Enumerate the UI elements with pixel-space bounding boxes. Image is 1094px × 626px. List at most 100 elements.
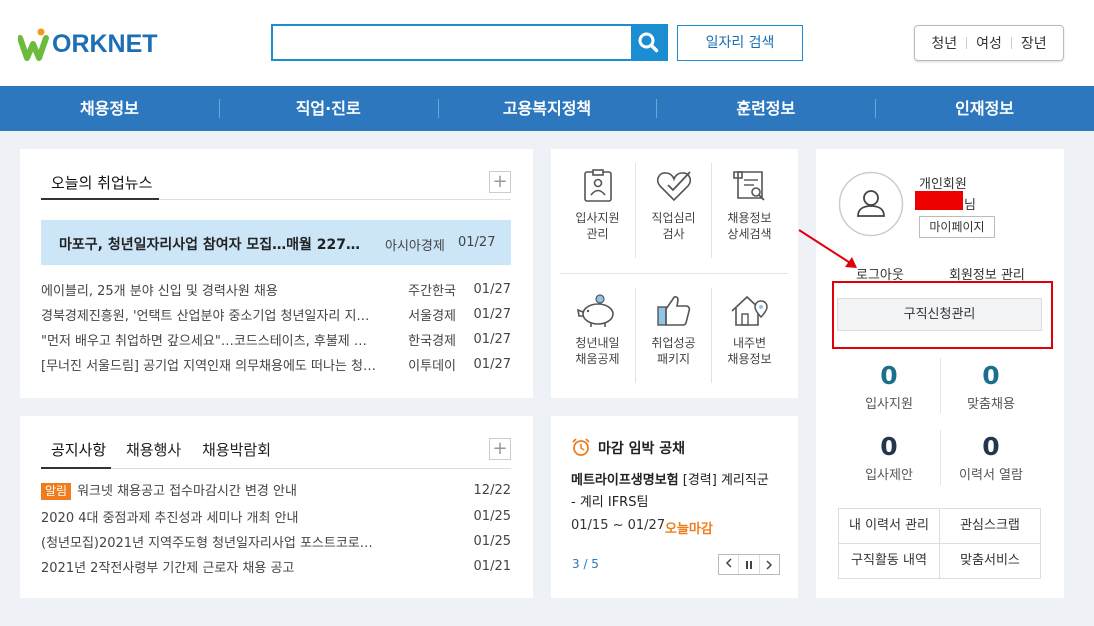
tab-job-fairs[interactable]: 채용박람회 [202, 439, 271, 460]
deadline-period: 01/15 ~ 01/27 [571, 518, 666, 533]
list-item[interactable]: (청년모집)2021년 지역주도형 청년일자리사업 포스트코로… 01/25 [41, 529, 511, 553]
search-button[interactable] [631, 26, 666, 59]
name-suffix: 님 [964, 198, 976, 213]
service-label: 내주변 [732, 336, 767, 350]
women-link[interactable]: 여성 [976, 33, 1002, 53]
search-input[interactable] [273, 26, 633, 59]
news-source: 서울경제 [408, 308, 456, 324]
youth-link[interactable]: 청년 [931, 33, 957, 53]
pager-controls [718, 554, 780, 575]
header: ORKNET 일자리 검색 청년 여성 장년 [0, 0, 1094, 86]
service-label: 청년내일 [575, 336, 620, 350]
tab-recruit-events[interactable]: 채용행사 [126, 439, 181, 460]
list-item[interactable]: 2021년 2작전사령부 기간제 근로자 채용 공고 01/21 [41, 554, 511, 578]
notice-more-button[interactable]: + [489, 438, 511, 460]
divider [1010, 37, 1012, 49]
nav-item-welfare[interactable]: 고용복지정책 [437, 86, 657, 131]
tab-underline [41, 198, 159, 200]
list-item[interactable]: "먼저 배우고 취업하면 갚으세요"…코드스테이츠, 후불제 코… 한국경제 0… [41, 327, 511, 351]
service-label: 패키지 [656, 352, 691, 366]
senior-link[interactable]: 장년 [1021, 33, 1047, 53]
list-item[interactable]: [무너진 서울드림] 공기업 지역인재 의무채용에도 떠나는 청… 이투데이 0… [41, 352, 511, 376]
headline-source: 아시아경제 [385, 239, 445, 254]
logo-text: ORKNET [52, 30, 158, 58]
activity-history-button[interactable]: 구직활동 내역 [838, 543, 940, 579]
nav-item-talent[interactable]: 인재정보 [875, 86, 1094, 131]
stat-matching-count[interactable]: 0 [941, 361, 1041, 390]
nav-item-jobs[interactable]: 채용정보 [0, 86, 219, 131]
headline-date: 01/27 [458, 235, 496, 250]
stat-matching-label: 맞춤채용 [967, 397, 1015, 412]
scrap-button[interactable]: 관심스크랩 [939, 508, 1041, 544]
annotation-highlight-box [832, 281, 1053, 349]
annotation-arrow-icon [798, 229, 857, 268]
clipboard-icon [583, 169, 612, 202]
redacted-name [915, 191, 963, 210]
news-more-button[interactable]: + [489, 171, 511, 193]
tab-notice[interactable]: 공지사항 [51, 439, 106, 460]
service-label: 상세검색 [727, 227, 772, 241]
pager-text: 3 / 5 [572, 557, 599, 571]
notice-title-wrap: 알림 워크넷 채용공고 접수마감시간 변경 안내 [41, 480, 456, 500]
next-button[interactable] [760, 555, 779, 574]
alarm-clock-icon [572, 438, 590, 456]
stat-offer-count[interactable]: 0 [839, 432, 939, 461]
nav-item-training[interactable]: 훈련정보 [656, 86, 875, 131]
heart-check-icon [656, 171, 691, 202]
my-resume-button[interactable]: 내 이력서 관리 [838, 508, 940, 544]
service-detail-search[interactable]: 채용정보 상세검색 [712, 168, 787, 242]
news-date: 01/27 [473, 356, 511, 372]
service-label: 관리 [586, 227, 609, 241]
divider [560, 273, 788, 274]
news-date: 01/27 [473, 306, 511, 322]
deadline-position-2: - 계리 IFRS팀 [571, 495, 649, 510]
list-item[interactable]: 알림 워크넷 채용공고 접수마감시간 변경 안내 12/22 [41, 478, 511, 502]
stat-apply-count[interactable]: 0 [839, 361, 939, 390]
scroll-search-icon [732, 171, 765, 201]
list-item[interactable]: 에이블리, 25개 분야 신입 및 경력사원 채용 주간한국 01/27 [41, 277, 511, 301]
headline-title: 마포구, 청년일자리사업 참여자 모집…매월 227… [59, 237, 360, 253]
chevron-left-icon [725, 558, 732, 568]
prev-button[interactable] [719, 555, 740, 574]
tab-underline [41, 467, 111, 469]
stat-resume-view-count[interactable]: 0 [941, 432, 1041, 461]
chevron-right-icon [766, 560, 773, 570]
custom-service-button[interactable]: 맞춤서비스 [939, 543, 1041, 579]
stat-offer-label: 입사제안 [865, 468, 913, 483]
news-source: 주간한국 [408, 283, 456, 299]
deadline-job[interactable]: 메트라이프생명보험 [경력] 계리직군 [571, 471, 781, 491]
deadline-title: 마감 임박 공채 [598, 441, 686, 457]
deadline-position: [경력] 계리직군 [678, 473, 769, 488]
job-search-button[interactable]: 일자리 검색 [677, 25, 803, 61]
pause-icon [745, 561, 752, 569]
service-label: 입사지원 [575, 211, 620, 225]
mypage-button[interactable]: 마이페이지 [919, 216, 995, 238]
notice-date: 01/25 [473, 533, 511, 549]
worknet-logo[interactable]: ORKNET [18, 28, 158, 62]
search-icon [638, 32, 659, 53]
deadline-company: 메트라이프생명보험 [571, 473, 679, 488]
divider [41, 468, 511, 469]
list-item[interactable]: 경북경제진흥원, '언택트 산업분야 중소기업 청년일자리 지… 서울경제 01… [41, 302, 511, 326]
stat-apply-label: 입사지원 [865, 397, 913, 412]
tab-news[interactable]: 오늘의 취업뉴스 [51, 172, 152, 193]
divider [966, 37, 968, 49]
service-nearby-jobs[interactable]: 내주변 채용정보 [712, 293, 787, 367]
search-box [271, 24, 668, 61]
deadline-status: 오늘마감 [665, 522, 713, 537]
service-apply-manage[interactable]: 입사지원 관리 [560, 168, 635, 242]
list-item[interactable]: 2020 4대 중점과제 추진성과 세미나 개최 안내 01/25 [41, 504, 511, 528]
service-youth-savings[interactable]: 청년내일 채움공제 [560, 293, 635, 367]
news-title: 경북경제진흥원, '언택트 산업분야 중소기업 청년일자리 지… [41, 308, 370, 324]
notice-title: 2021년 2작전사령부 기간제 근로자 채용 공고 [41, 560, 295, 576]
service-success-package[interactable]: 취업성공 패키지 [636, 293, 711, 367]
news-title: [무너진 서울드림] 공기업 지역인재 의무채용에도 떠나는 청… [41, 358, 376, 374]
nav-item-career[interactable]: 직업·진로 [218, 86, 438, 131]
alert-badge: 알림 [41, 483, 72, 500]
pause-button[interactable] [739, 555, 760, 574]
news-date: 01/27 [473, 281, 511, 297]
member-type: 개인회원 [919, 177, 967, 192]
notice-title: 2020 4대 중점과제 추진성과 세미나 개최 안내 [41, 510, 299, 526]
service-label: 채용정보 [727, 352, 772, 366]
service-aptitude-test[interactable]: 직업심리 검사 [636, 168, 711, 242]
